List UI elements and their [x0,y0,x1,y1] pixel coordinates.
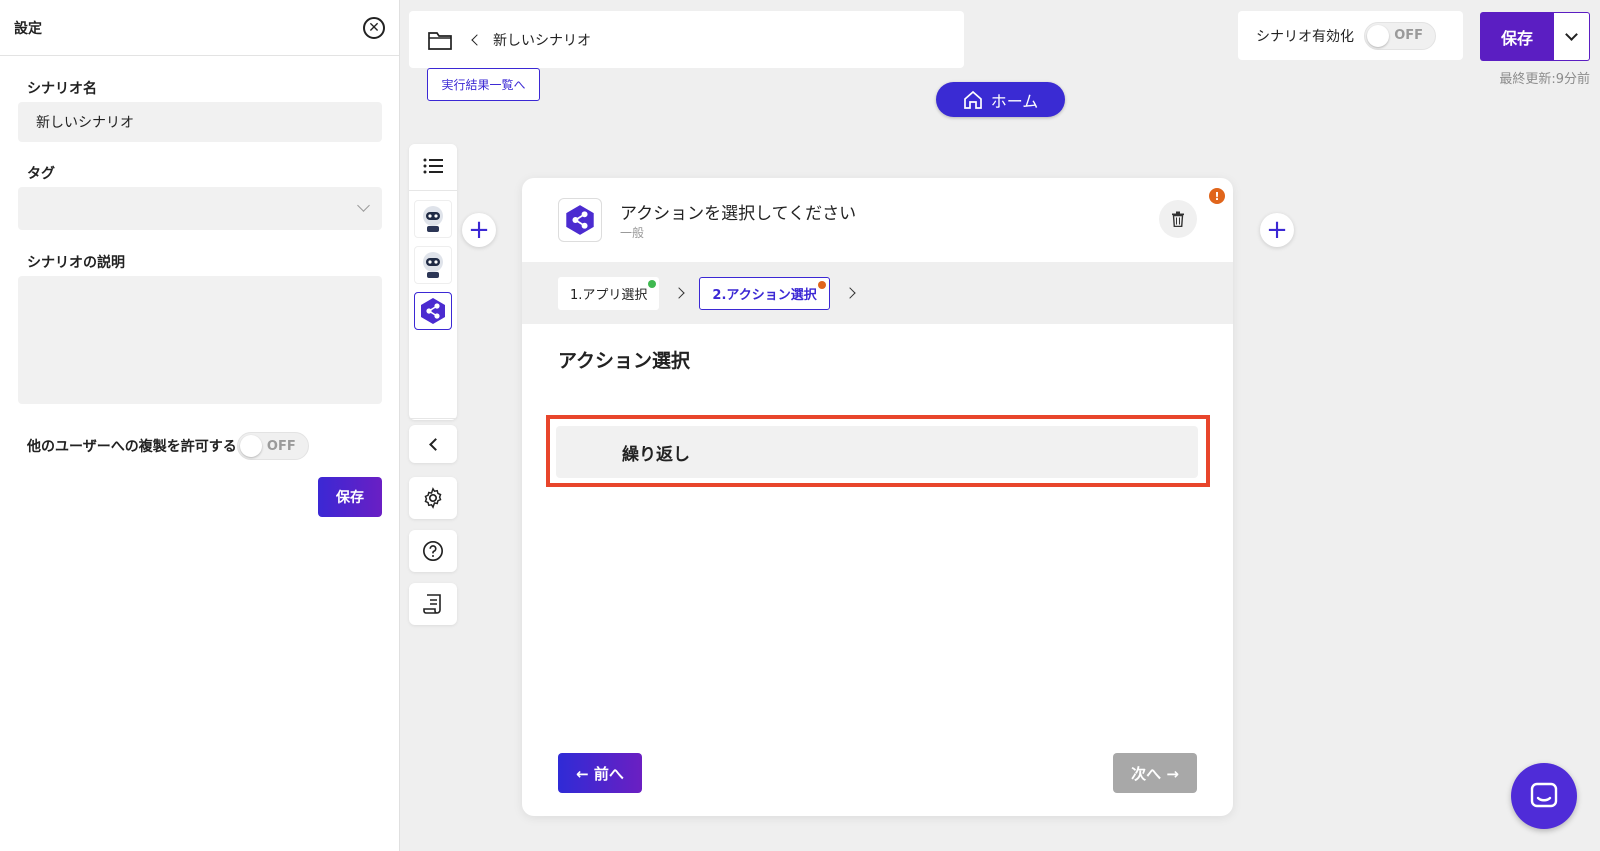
log-button[interactable] [409,583,457,625]
collapse-button[interactable] [409,425,457,463]
scroll-document-icon [423,594,441,614]
card-header: アクションを選択してください 一般 [522,178,1233,262]
step-label: 2.アクション選択 [712,287,817,303]
app-logo [558,198,602,242]
help-icon [423,541,443,561]
step-complete-dot [648,279,657,288]
add-node-right-button[interactable]: + [1260,213,1294,247]
node-rail [409,144,457,420]
action-node-active[interactable] [414,292,452,330]
step-warning-dot [817,280,826,289]
settings-button[interactable] [409,477,457,519]
allow-copy-label: 他のユーザーへの複製を許可する [27,439,237,455]
step-label: 1.アプリ選択 [570,287,648,303]
step-action-select[interactable]: 2.アクション選択 [699,276,830,310]
save-dropdown-button[interactable] [1554,12,1590,61]
list-button[interactable] [409,144,457,188]
step-app-select[interactable]: 1.アプリ選択 [558,276,660,310]
description-label: シナリオの説明 [27,255,125,271]
allow-copy-toggle[interactable]: OFF [236,432,309,460]
chevron-down-icon [1565,28,1578,41]
scenario-title[interactable]: 新しいシナリオ [493,30,591,50]
warning-badge: ! [1209,188,1225,204]
robot-icon [423,206,443,232]
results-list-link[interactable]: 実行結果一覧へ [427,68,540,101]
chat-icon [1530,782,1558,808]
toggle-knob [1367,24,1389,47]
gear-icon [424,487,442,509]
settings-save-button[interactable]: 保存 [318,477,382,517]
share-hex-icon [566,205,594,235]
action-option-repeat[interactable]: 繰り返し [556,426,1198,478]
toggle-state: OFF [266,438,296,454]
share-hex-icon [421,298,445,324]
add-node-left-button[interactable]: + [462,213,496,247]
toggle-knob [239,435,262,457]
chat-support-button[interactable] [1511,763,1577,829]
description-textarea[interactable] [18,276,382,404]
allow-copy-row: 他のユーザーへの複製を許可する OFF [27,432,309,460]
tag-select[interactable] [18,187,382,230]
delete-button[interactable] [1159,200,1197,238]
card-subtitle: 一般 [620,226,645,240]
settings-panel: 設定 ✕ シナリオ名 新しいシナリオ タグ シナリオの説明 他のユーザーへの複製… [0,0,400,851]
card-title: アクションを選択してください [620,204,857,224]
close-icon[interactable]: ✕ [363,16,385,39]
card-title-wrap: アクションを選択してください 一般 [620,199,856,241]
next-button[interactable]: 次へ → [1113,753,1197,793]
scenario-name-label: シナリオ名 [27,81,97,97]
trash-icon [1172,211,1184,227]
home-button[interactable]: ホーム [936,82,1065,117]
previous-button[interactable]: ← 前へ [558,753,642,793]
step-tabs: 1.アプリ選択 2.アクション選択 [522,262,1233,324]
toggle-state: OFF [1394,28,1423,43]
settings-header: 設定 ✕ [0,0,399,56]
save-split-button: 保存 [1480,12,1590,61]
scenario-breadcrumb: 新しいシナリオ [409,11,964,68]
enable-label: シナリオ有効化 [1256,28,1354,45]
save-button[interactable]: 保存 [1480,12,1554,61]
scenario-enable-toggle[interactable]: OFF [1364,21,1436,50]
chevron-left-icon [428,437,442,451]
chevron-down-icon [357,199,370,212]
home-icon [963,90,982,109]
robot-node-2[interactable] [414,246,452,284]
robot-icon [423,252,443,278]
last-update-text: 最終更新:9分前 [1499,72,1590,87]
chevron-right-icon [844,287,856,299]
help-button[interactable] [409,530,457,572]
section-title: アクション選択 [558,350,691,372]
robot-node-1[interactable] [414,200,452,238]
list-icon [423,158,443,174]
tag-label: タグ [27,166,55,182]
back-chevron-icon[interactable] [471,33,483,46]
scenario-name-input[interactable]: 新しいシナリオ [18,102,382,142]
settings-title: 設定 [14,20,42,37]
home-label: ホーム [990,91,1039,111]
chevron-right-icon [673,287,686,299]
folder-icon[interactable] [427,29,453,51]
action-card: アクションを選択してください 一般 ! 1.アプリ選択 2.アクション選択 アク… [522,178,1233,816]
scenario-enable-box: シナリオ有効化 OFF [1238,11,1463,60]
